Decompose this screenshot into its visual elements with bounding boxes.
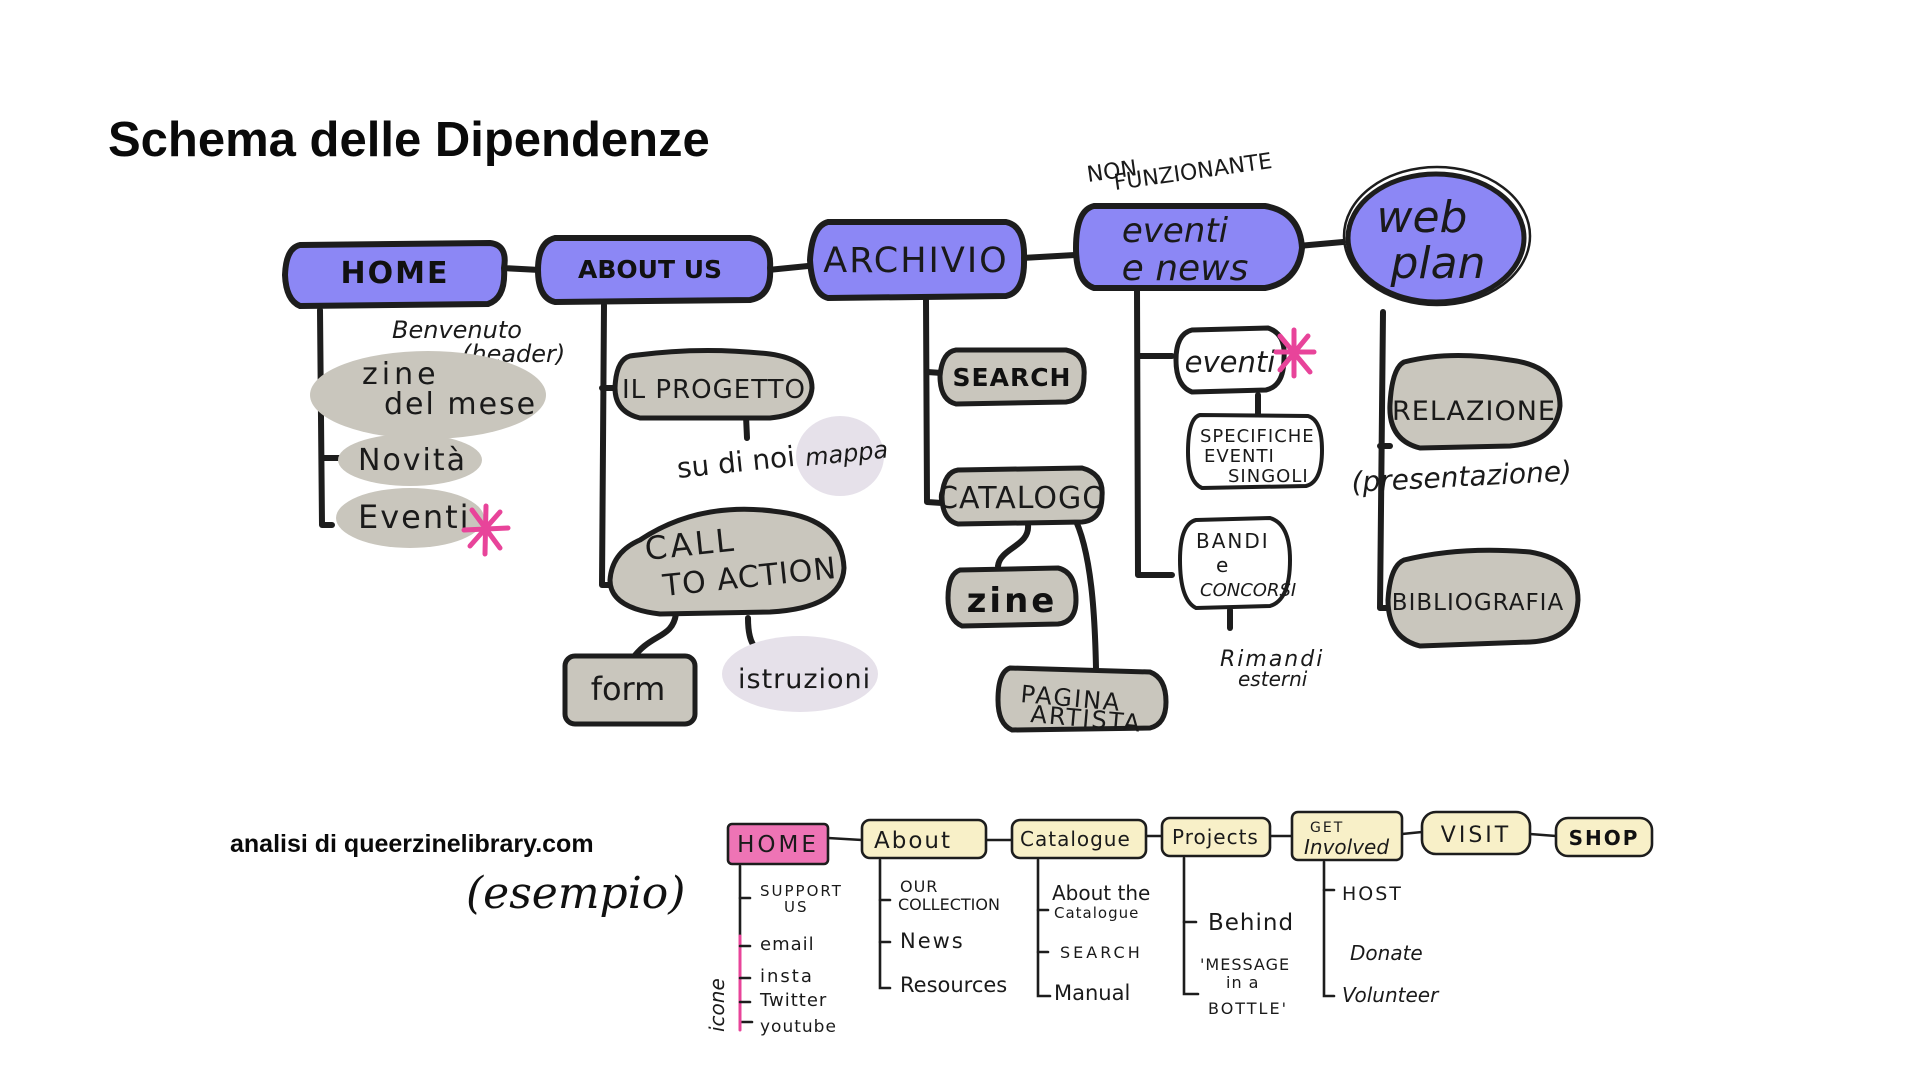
ref-involved: Involved	[1304, 835, 1389, 859]
node-home-label: HOME	[341, 256, 450, 291]
reference-nav: HOME About Catalogue Projects GET Involv…	[705, 810, 1654, 1037]
home-del-mese: del mese	[384, 387, 537, 422]
ref-proj-message: 'MESSAGE	[1200, 955, 1290, 974]
dependency-diagram: HOME ABOUT US ARCHIVIO eventi e news web…	[281, 149, 1654, 1037]
eventi-singoli: SINGOLI	[1228, 466, 1309, 487]
ref-about-collection: COLLECTION	[898, 895, 1000, 914]
star-icon	[1273, 327, 1317, 379]
archivio-catalogo: CATALOGO	[937, 481, 1107, 516]
ref-catalogue: Catalogue	[1020, 827, 1131, 851]
eventi-specifiche: SPECIFICHE	[1200, 426, 1315, 447]
ref-about-our: OUR	[900, 877, 938, 896]
node-web-plan: web plan	[1342, 165, 1532, 307]
about-form: form	[591, 670, 666, 708]
node-archivio-label: ARCHIVIO	[823, 241, 1008, 281]
ref-visit: VISIT	[1441, 823, 1511, 848]
archivio-zine: zine	[967, 581, 1058, 621]
ref-cat-search: SEARCH	[1060, 943, 1143, 962]
node-web-plan-label-2: plan	[1389, 238, 1485, 289]
eventi-concorsi: CONCORSI	[1200, 580, 1296, 601]
ref-proj-in-a: in a	[1226, 973, 1259, 992]
about-il-progetto: IL PROGETTO	[622, 375, 806, 405]
ref-about-news: News	[900, 929, 965, 953]
home-novita: Novità	[358, 443, 467, 478]
node-about-us-label: ABOUT US	[578, 255, 722, 284]
analysis-label: analisi di queerzinelibrary.com	[230, 830, 594, 858]
node-archivio: ARCHIVIO	[806, 219, 1028, 302]
ref-proj-bottle: BOTTLE'	[1208, 999, 1288, 1018]
node-eventi-news-label-1: eventi	[1122, 211, 1229, 251]
eventi-bandi: BANDI	[1196, 529, 1270, 553]
ref-shop: SHOP	[1569, 826, 1640, 850]
ref-gi-volunteer: Volunteer	[1342, 983, 1440, 1007]
ref-gi-host: HOST	[1342, 883, 1403, 905]
eventi-esterni: esterni	[1238, 667, 1308, 691]
ref-home: HOME	[737, 832, 819, 858]
node-about-us: ABOUT US	[534, 235, 774, 306]
about-su-di-noi: su di noi /	[675, 438, 815, 485]
ref-proj-behind: Behind	[1208, 910, 1294, 936]
ref-get: GET	[1310, 820, 1344, 836]
archivio-search: SEARCH	[953, 363, 1072, 392]
node-web-plan-label-1: web	[1377, 192, 1468, 243]
ref-cat-catalogue: Catalogue	[1054, 904, 1139, 922]
ref-home-email: email	[760, 934, 815, 955]
eventi-e: e	[1216, 553, 1228, 577]
eventi-eventi: eventi	[1185, 345, 1276, 379]
ref-gi-donate: Donate	[1350, 941, 1423, 965]
ref-home-youtube: youtube	[760, 1017, 837, 1037]
ref-about-resources: Resources	[900, 973, 1007, 997]
home-eventi: Eventi	[358, 498, 471, 536]
ref-about: About	[874, 828, 952, 854]
annotation-funzionante: FUNZIONANTE	[1112, 149, 1273, 196]
ref-cat-about: About the	[1052, 881, 1150, 905]
node-home: HOME	[281, 239, 508, 310]
ref-projects: Projects	[1172, 825, 1259, 849]
example-label: (esempio)	[466, 868, 686, 919]
ref-home-twitter: Twitter	[759, 990, 827, 1011]
webplan-bibliografia: BIBLIOGRAFIA	[1392, 590, 1564, 616]
about-istruzioni: istruzioni	[738, 664, 871, 695]
ref-cat-manual: Manual	[1054, 981, 1130, 1005]
ref-home-us: US	[784, 898, 809, 916]
eventi-eventi-2: EVENTI	[1204, 446, 1275, 467]
ref-home-insta: insta	[760, 966, 814, 987]
node-eventi-news: eventi e news	[1072, 203, 1306, 291]
node-eventi-news-label-2: e news	[1122, 248, 1249, 289]
ref-home-icone: icone	[705, 978, 729, 1032]
webplan-relazione: RELAZIONE	[1392, 396, 1556, 427]
